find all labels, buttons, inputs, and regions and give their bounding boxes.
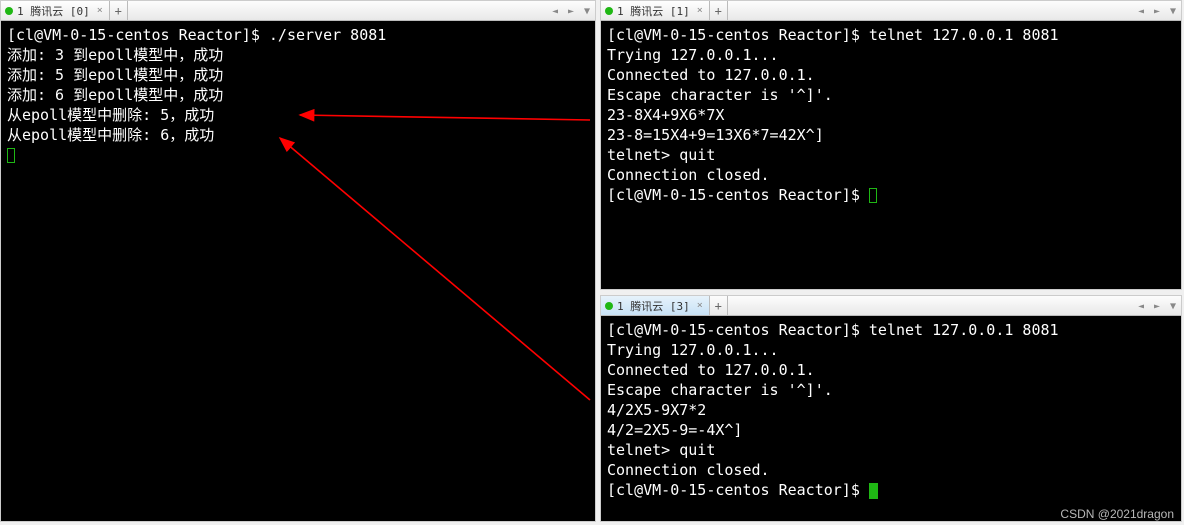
tab-tencent-3[interactable]: 1 腾讯云 [3] × — [601, 296, 710, 315]
terminal-line: Escape character is '^]'. — [607, 86, 833, 104]
tab-menu-icon[interactable]: ▼ — [1165, 301, 1181, 312]
tab-add-button[interactable]: + — [110, 1, 128, 20]
terminal-line: Trying 127.0.0.1... — [607, 46, 779, 64]
terminal-line: 从epoll模型中删除: 5，成功 — [7, 106, 214, 124]
tabbar-bottom-right: 1 腾讯云 [3] × + ◄ ► ▼ — [601, 296, 1181, 316]
watermark-text: CSDN @2021dragon — [1060, 507, 1174, 521]
terminal-line: 添加: 6 到epoll模型中，成功 — [7, 86, 223, 104]
tab-add-button[interactable]: + — [710, 1, 728, 20]
close-icon[interactable]: × — [697, 300, 703, 311]
tab-tencent-1[interactable]: 1 腾讯云 [1] × — [601, 1, 710, 20]
terminal-line: 4/2=2X5-9=-4X^] — [607, 421, 742, 439]
tabbar-top-right: 1 腾讯云 [1] × + ◄ ► ▼ — [601, 1, 1181, 21]
terminal-output-left[interactable]: [cl@VM-0-15-centos Reactor]$ ./server 80… — [1, 21, 595, 521]
terminal-line: [cl@VM-0-15-centos Reactor]$ — [607, 186, 869, 204]
terminal-output-top-right[interactable]: [cl@VM-0-15-centos Reactor]$ telnet 127.… — [601, 21, 1181, 289]
terminal-line: telnet> quit — [607, 146, 715, 164]
terminal-line: Connection closed. — [607, 461, 770, 479]
status-dot-icon — [605, 302, 613, 310]
terminal-line: Connection closed. — [607, 166, 770, 184]
close-icon[interactable]: × — [697, 5, 703, 16]
cursor-icon — [869, 188, 877, 203]
tab-label: 1 腾讯云 [0] — [17, 3, 90, 19]
status-dot-icon — [605, 7, 613, 15]
terminal-line: telnet> quit — [607, 441, 715, 459]
tab-menu-icon[interactable]: ▼ — [579, 6, 595, 17]
tab-next-icon[interactable]: ► — [563, 6, 579, 17]
close-icon[interactable]: × — [97, 5, 103, 16]
terminal-line: Escape character is '^]'. — [607, 381, 833, 399]
tab-prev-icon[interactable]: ◄ — [547, 6, 563, 17]
tab-label: 1 腾讯云 [1] — [617, 3, 690, 19]
terminal-line: [cl@VM-0-15-centos Reactor]$ — [607, 481, 869, 499]
terminal-output-bottom-right[interactable]: [cl@VM-0-15-centos Reactor]$ telnet 127.… — [601, 316, 1181, 521]
terminal-line: 23-8=15X4+9=13X6*7=42X^] — [607, 126, 824, 144]
cursor-icon — [7, 148, 15, 163]
tab-next-icon[interactable]: ► — [1149, 301, 1165, 312]
terminal-pane-top-right: 1 腾讯云 [1] × + ◄ ► ▼ [cl@VM-0-15-centos R… — [600, 0, 1182, 290]
tab-prev-icon[interactable]: ◄ — [1133, 301, 1149, 312]
terminal-line: 4/2X5-9X7*2 — [607, 401, 706, 419]
terminal-line: [cl@VM-0-15-centos Reactor]$ telnet 127.… — [607, 321, 1059, 339]
status-dot-icon — [5, 7, 13, 15]
terminal-line: Connected to 127.0.0.1. — [607, 361, 815, 379]
terminal-line: 23-8X4+9X6*7X — [607, 106, 724, 124]
terminal-line: 添加: 3 到epoll模型中，成功 — [7, 46, 223, 64]
tab-nav: ◄ ► ▼ — [1133, 1, 1181, 21]
tab-prev-icon[interactable]: ◄ — [1133, 6, 1149, 17]
terminal-line: 从epoll模型中删除: 6，成功 — [7, 126, 214, 144]
terminal-pane-left: 1 腾讯云 [0] × + ◄ ► ▼ [cl@VM-0-15-centos R… — [0, 0, 596, 522]
tab-tencent-0[interactable]: 1 腾讯云 [0] × — [1, 1, 110, 20]
tabbar-left: 1 腾讯云 [0] × + ◄ ► ▼ — [1, 1, 595, 21]
terminal-line: Connected to 127.0.0.1. — [607, 66, 815, 84]
tab-next-icon[interactable]: ► — [1149, 6, 1165, 17]
tab-nav: ◄ ► ▼ — [1133, 296, 1181, 316]
tab-menu-icon[interactable]: ▼ — [1165, 6, 1181, 17]
terminal-line: Trying 127.0.0.1... — [607, 341, 779, 359]
tab-add-button[interactable]: + — [710, 296, 728, 315]
cursor-icon — [869, 483, 878, 499]
terminal-line: 添加: 5 到epoll模型中，成功 — [7, 66, 223, 84]
tab-nav: ◄ ► ▼ — [547, 1, 595, 21]
terminal-line: [cl@VM-0-15-centos Reactor]$ ./server 80… — [7, 26, 386, 44]
tab-label: 1 腾讯云 [3] — [617, 298, 690, 314]
terminal-pane-bottom-right: 1 腾讯云 [3] × + ◄ ► ▼ [cl@VM-0-15-centos R… — [600, 295, 1182, 522]
terminal-line: [cl@VM-0-15-centos Reactor]$ telnet 127.… — [607, 26, 1059, 44]
